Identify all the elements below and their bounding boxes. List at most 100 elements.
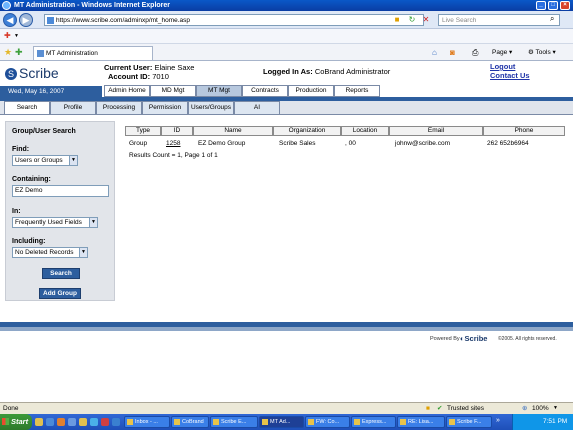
tab-favicon (37, 50, 44, 57)
column-header-id[interactable]: ID (161, 126, 193, 136)
subtab-users-groups[interactable]: Users/Groups (188, 101, 234, 114)
find-select-value: Users or Groups (15, 157, 63, 164)
column-header-name[interactable]: Name (193, 126, 273, 136)
search-button[interactable]: Search (42, 268, 80, 279)
print-icon[interactable]: ⎙ (472, 47, 478, 58)
add-favorites-icon[interactable]: ✚ (15, 47, 23, 58)
zoom-level[interactable]: 100% (532, 403, 549, 414)
start-button[interactable]: Start (0, 414, 32, 430)
taskbar-item-mt-admin[interactable]: MT Ad... (259, 416, 304, 428)
quicklaunch-icon[interactable] (57, 418, 65, 426)
taskbar-item-label: CoBrand (182, 419, 204, 425)
tools-menu[interactable]: ⚙ Tools ▾ (528, 47, 556, 58)
column-header-location[interactable]: Location (341, 126, 389, 136)
lock-icon[interactable]: ■ (391, 14, 403, 26)
tab-mt-mgt[interactable]: MT Mgt (196, 85, 242, 97)
contact-us-link[interactable]: Contact Us (490, 71, 530, 80)
app-icon (354, 419, 360, 425)
tab-reports[interactable]: Reports (334, 85, 380, 97)
search-panel: Group/User Search Find: Users or Groups … (5, 121, 115, 301)
including-select-value: No Deleted Records (15, 249, 74, 256)
results-count: Results Count = 1, Page 1 of 1 (129, 152, 218, 159)
taskbar-item-fw[interactable]: FW: Co... (305, 416, 350, 428)
taskbar-item-label: FW: Co... (316, 419, 340, 425)
current-user: Current User: Elaine Saxe (104, 63, 194, 72)
quicklaunch-icon[interactable] (68, 418, 76, 426)
subtab-search[interactable]: Search (4, 101, 50, 114)
in-select[interactable]: Frequently Used Fields ▼ (12, 217, 98, 228)
rights-text: ©2005. All rights reserved. (498, 336, 557, 342)
column-header-organization[interactable]: Organization (273, 126, 341, 136)
including-label: Including: (12, 238, 46, 245)
system-tray: 7:51 PM (512, 414, 573, 430)
maximize-button[interactable]: □ (548, 1, 558, 10)
footer-bar-light (0, 327, 573, 331)
back-button[interactable]: ◀ (3, 13, 17, 27)
subtab-profile[interactable]: Profile (50, 101, 96, 114)
footer-logo-text: Scribe (464, 334, 488, 343)
url-text: https://www.scribe.com/adminxp/mt_home.a… (56, 17, 191, 24)
tab-md-mgt[interactable]: MD Mgt (150, 85, 196, 97)
feeds-icon[interactable]: ◙ (450, 47, 455, 58)
subtab-ai[interactable]: AI (234, 101, 280, 114)
chevron-down-icon[interactable]: ▼ (14, 33, 19, 39)
taskbar-item-cobrand[interactable]: CoBrand (171, 416, 209, 428)
tools-menu-label: Tools (535, 49, 551, 56)
subtab-processing[interactable]: Processing (96, 101, 142, 114)
add-group-button[interactable]: Add Group (39, 288, 81, 299)
security-icon: ■ (426, 405, 430, 412)
taskbar-item-scribe-f[interactable]: Scribe F... (446, 416, 492, 428)
chevron-down-icon[interactable]: ▼ (553, 403, 558, 414)
powered-by-label: Powered By (430, 336, 460, 342)
home-icon[interactable]: ⌂ (432, 47, 437, 58)
toolbar-icon[interactable]: ✚ (4, 31, 11, 40)
windows-flag-icon (2, 418, 9, 425)
address-bar-row: ◀ ▶ https://www.scribe.com/adminxp/mt_ho… (0, 11, 573, 29)
browser-tab[interactable]: MT Administration (33, 46, 153, 60)
quicklaunch-icon[interactable] (46, 418, 54, 426)
including-select[interactable]: No Deleted Records ▼ (12, 247, 88, 258)
find-select[interactable]: Users or Groups ▼ (12, 155, 78, 166)
containing-input[interactable]: EZ Demo (12, 185, 109, 197)
taskbar-item-inbox[interactable]: Inbox - ... (124, 416, 170, 428)
taskbar-item-scribe-e[interactable]: Scribe E... (210, 416, 258, 428)
folder-icon (174, 419, 180, 425)
quicklaunch-icon[interactable] (112, 418, 120, 426)
current-user-value: Elaine Saxe (154, 63, 195, 72)
tab-contracts[interactable]: Contracts (242, 85, 288, 97)
tab-admin-home[interactable]: Admin Home (104, 85, 150, 97)
search-icon[interactable]: ⌕ (550, 13, 562, 25)
cell-id-link[interactable]: 1258 (166, 140, 180, 147)
links-toolbar: ✚ ▼ (0, 29, 573, 44)
quicklaunch-icon[interactable] (90, 418, 98, 426)
minimize-button[interactable]: _ (536, 1, 546, 10)
quicklaunch-icon[interactable] (35, 418, 43, 426)
favorites-star-icon[interactable]: ★ (4, 47, 12, 58)
taskbar-item-express[interactable]: Express... (351, 416, 396, 428)
column-header-email[interactable]: Email (389, 126, 483, 136)
status-text: Done (3, 405, 19, 412)
close-button[interactable]: × (560, 1, 570, 10)
column-header-type[interactable]: Type (125, 126, 161, 136)
forward-button[interactable]: ▶ (19, 13, 33, 27)
taskbar-item-label: Express... (362, 419, 387, 425)
quicklaunch-icon[interactable] (101, 418, 109, 426)
url-input[interactable]: https://www.scribe.com/adminxp/mt_home.a… (44, 14, 424, 26)
subtab-permission[interactable]: Permission (142, 101, 188, 114)
column-header-phone[interactable]: Phone (483, 126, 565, 136)
zoom-icon[interactable]: ⊕ (522, 403, 527, 414)
status-bar: Done ■ ✔ Trusted sites ⊕ 100% ▼ (0, 402, 573, 414)
stop-icon[interactable]: ✕ (420, 14, 432, 26)
clock[interactable]: 7:51 PM (543, 418, 567, 425)
refresh-icon[interactable]: ↻ (406, 14, 418, 26)
chevron-double-icon[interactable]: » (496, 417, 500, 424)
taskbar-item-re-lisa[interactable]: RE: Lisa... (397, 416, 445, 428)
live-search-input[interactable]: Live Search (438, 14, 560, 26)
logout-link[interactable]: Logout (490, 62, 515, 71)
page-menu-label: Page (492, 49, 508, 56)
page-menu[interactable]: Page ▾ (492, 47, 512, 58)
account-id: Account ID: 7010 (108, 72, 169, 81)
tab-production[interactable]: Production (288, 85, 334, 97)
mail-icon (400, 419, 406, 425)
quicklaunch-icon[interactable] (79, 418, 87, 426)
